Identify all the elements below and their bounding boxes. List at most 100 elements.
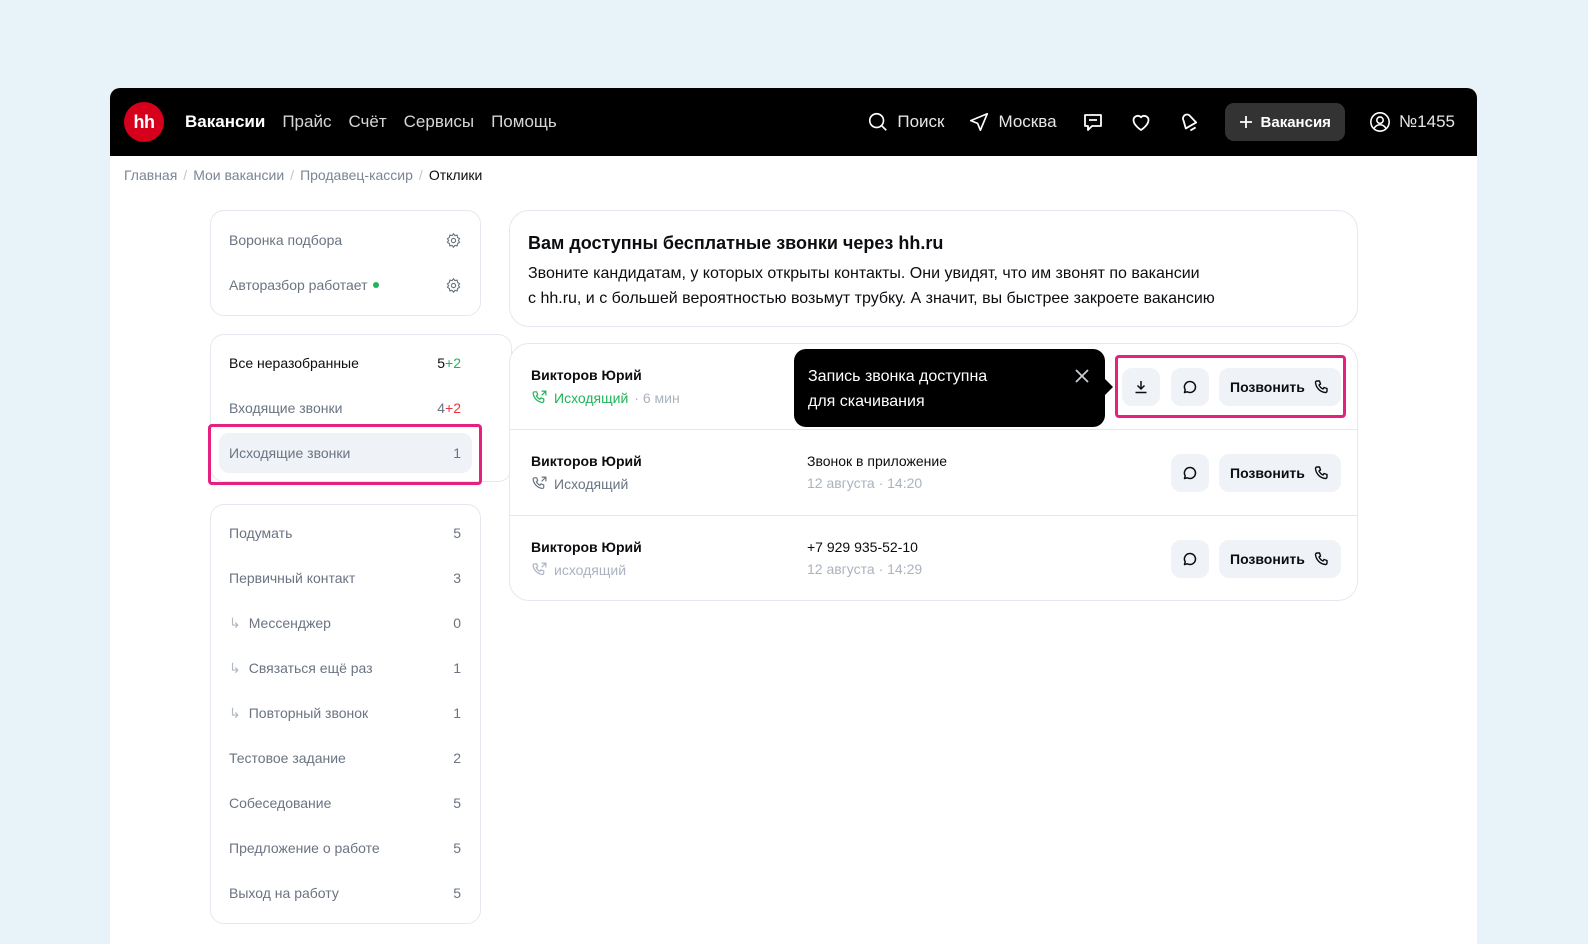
nav-price[interactable]: Прайс (282, 112, 331, 132)
stage-sublabel: ↳ Связаться ещё раз (229, 660, 373, 677)
subitem-arrow-icon: ↳ (229, 659, 241, 676)
count-new: +2 (445, 355, 461, 371)
phone-icon (1314, 466, 1328, 480)
chat-button[interactable] (1081, 110, 1105, 134)
call-date: 12 августа · 14:29 (807, 561, 923, 577)
message-button[interactable] (1171, 454, 1209, 492)
city-link[interactable]: Москва (968, 111, 1057, 133)
city-label: Москва (998, 112, 1057, 131)
stage-count: 5 (453, 525, 461, 541)
breadcrumb-my-vacancies[interactable]: Мои вакансии (193, 167, 284, 183)
bell-icon (1181, 113, 1197, 132)
stage-item[interactable]: Собеседование 5 (229, 792, 461, 814)
search-icon (869, 112, 888, 131)
candidate-name[interactable]: Викторов Юрий (531, 367, 642, 383)
stage-count: 0 (453, 615, 461, 631)
autosort-settings-row[interactable]: Авторазбор работает (229, 274, 462, 296)
subitem-arrow-icon: ↳ (229, 614, 241, 631)
hh-logo[interactable]: hh (124, 102, 164, 142)
plus-icon (1239, 116, 1252, 128)
tooltip-line: для скачивания (808, 393, 925, 410)
call-type-label: Исходящий (554, 389, 629, 406)
breadcrumb: Главная / Мои вакансии / Продавец-кассир… (124, 167, 482, 183)
close-icon[interactable] (1071, 365, 1093, 387)
nav-vacancies[interactable]: Вакансии (185, 112, 265, 132)
nav-invoice[interactable]: Счёт (348, 112, 386, 132)
call-row: Викторов Юрий исходящий +7 929 935-52-10… (510, 516, 1357, 602)
stage-count: 3 (453, 570, 461, 586)
stage-count: 5 (453, 885, 461, 901)
autosort-label: Авторазбор работает (229, 277, 379, 293)
call-button[interactable]: Позвонить (1219, 454, 1341, 492)
add-vacancy-button[interactable]: Вакансия (1224, 103, 1345, 141)
stages-card: Подумать 5 Первичный контакт 3 ↳ Мессендж… (210, 504, 481, 924)
funnel-label: Воронка подбора (229, 232, 343, 248)
outgoing-call-icon (532, 562, 547, 576)
autosort-text: Авторазбор работает (229, 277, 368, 293)
call-date: 12 августа · 14:20 (807, 475, 923, 491)
stage-label: Подумать (229, 525, 293, 541)
breadcrumb-vacancy[interactable]: Продавец-кассир (300, 167, 413, 183)
stage-label: Тестовое задание (229, 750, 346, 766)
stage-count: 5 (453, 795, 461, 811)
gear-icon[interactable] (445, 232, 462, 249)
stage-item[interactable]: ↳ Повторный звонок 1 (229, 702, 461, 724)
nav-services[interactable]: Сервисы (404, 112, 474, 132)
highlight-outgoing-calls (208, 424, 482, 485)
account-menu[interactable]: №1455 (1369, 111, 1455, 133)
call-type-label: Исходящий (554, 475, 629, 492)
nav-help[interactable]: Помощь (491, 112, 557, 132)
notifications-button[interactable] (1177, 110, 1201, 134)
call-row: Викторов Юрий Исходящий Звонок в приложе… (510, 430, 1357, 516)
breadcrumb-separator: / (290, 167, 295, 183)
account-number: №1455 (1398, 112, 1455, 131)
app-window: hh Вакансии Прайс Счёт Сервисы Помощь По… (110, 88, 1477, 944)
call-button[interactable]: Позвонить (1219, 540, 1341, 578)
breadcrumb-separator: / (183, 167, 188, 183)
stage-count: 1 (453, 660, 461, 676)
search-link[interactable]: Поиск (867, 111, 944, 133)
gear-icon[interactable] (445, 277, 462, 294)
recording-tooltip: Запись звонка доступна для скачивания (794, 349, 1113, 427)
status-count: 5+2 (437, 355, 461, 371)
info-line: Звоните кандидатам, у которых открыты ко… (528, 265, 1200, 282)
count-value: 5 (437, 355, 446, 371)
count-value: 4 (437, 400, 446, 416)
stage-label: Связаться ещё раз (248, 659, 373, 676)
stage-item[interactable]: Подумать 5 (229, 522, 461, 544)
user-icon (1369, 112, 1390, 132)
stage-item[interactable]: ↳ Мессенджер 0 (229, 612, 461, 634)
stage-item[interactable]: Тестовое задание 2 (229, 747, 461, 769)
candidate-name[interactable]: Викторов Юрий (531, 539, 642, 555)
call-phone-number: +7 929 935-52-10 (807, 539, 918, 555)
stage-label: Выход на работу (229, 885, 339, 901)
phone-icon (1314, 552, 1328, 566)
favorites-button[interactable] (1129, 110, 1153, 134)
funnel-settings-row[interactable]: Воронка подбора (229, 229, 462, 251)
message-icon (1183, 466, 1197, 480)
tooltip-pointer (1105, 379, 1113, 395)
status-label: Все неразобранные (229, 355, 359, 371)
status-item-all-unsorted[interactable]: Все неразобранные 5+2 (229, 352, 461, 374)
tooltip-line: Запись звонка доступна (808, 368, 988, 385)
stage-label: Собеседование (229, 795, 332, 811)
outgoing-call-icon (532, 476, 547, 490)
stage-sublabel: ↳ Повторный звонок (229, 705, 368, 722)
stage-sublabel: ↳ Мессенджер (229, 615, 331, 632)
subitem-arrow-icon: ↳ (229, 704, 241, 721)
stage-item[interactable]: ↳ Связаться ещё раз 1 (229, 657, 461, 679)
info-title: Вам доступны бесплатные звонки через hh.… (528, 233, 944, 253)
info-line: с hh.ru, и с большей вероятностью возьму… (528, 290, 1215, 307)
free-calls-info-card: Вам доступны бесплатные звонки через hh.… (509, 210, 1358, 327)
stage-label: Предложение о работе (229, 840, 380, 856)
stage-item[interactable]: Предложение о работе 5 (229, 837, 461, 859)
heart-icon (1132, 114, 1149, 131)
stage-item[interactable]: Выход на работу 5 (229, 882, 461, 904)
candidate-name[interactable]: Викторов Юрий (531, 453, 642, 469)
status-item-incoming-calls[interactable]: Входящие звонки 4+2 (229, 397, 461, 419)
message-button[interactable] (1171, 540, 1209, 578)
breadcrumb-home[interactable]: Главная (124, 167, 177, 183)
stage-label: Первичный контакт (229, 570, 356, 586)
main-nav: Вакансии Прайс Счёт Сервисы Помощь (185, 88, 557, 156)
stage-item[interactable]: Первичный контакт 3 (229, 567, 461, 589)
